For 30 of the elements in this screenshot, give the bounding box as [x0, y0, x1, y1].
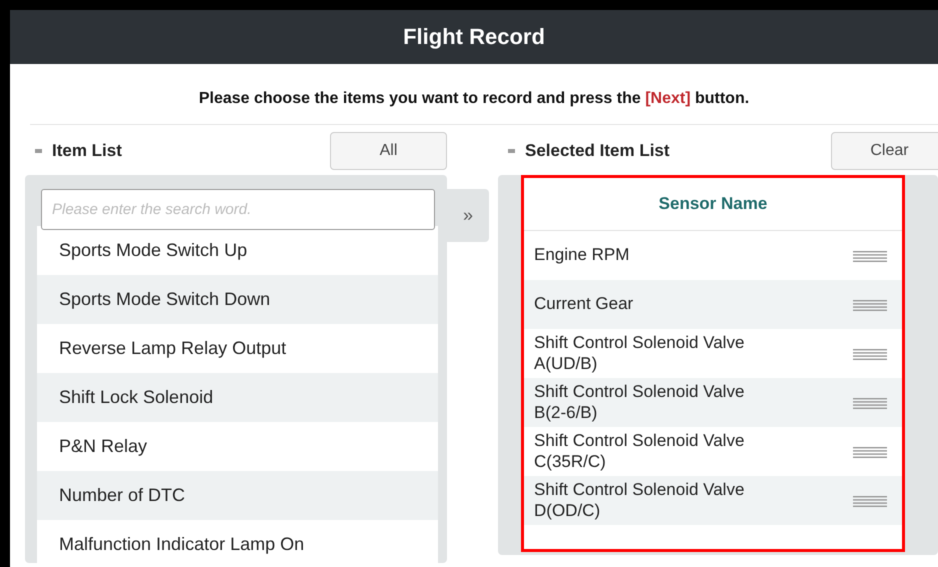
list-item[interactable]: Sports Mode Switch Down [37, 275, 438, 324]
drag-handle-icon[interactable] [853, 250, 887, 262]
search-field[interactable]: Please enter the search word. [41, 189, 435, 230]
bullet-icon [35, 149, 42, 153]
sensor-name: Shift Control Solenoid Valve A(UD/B) [534, 333, 746, 374]
list-item[interactable]: Reverse Lamp Relay Output [37, 324, 438, 373]
sensor-name: Shift Control Solenoid Valve B(2-6/B) [534, 382, 746, 423]
drag-handle-icon[interactable] [853, 446, 887, 458]
instruction-text: Please choose the items you want to record and press the [Next] button. [198, 89, 750, 109]
list-item[interactable]: Sports Mode Switch Up [37, 226, 438, 275]
drag-handle-icon[interactable] [853, 298, 887, 310]
sensor-name: Shift Control Solenoid Valve D(OD/C) [534, 480, 746, 521]
section-title: Item List [52, 141, 123, 161]
list-item[interactable]: P&N Relay [37, 422, 438, 471]
bullet-icon [508, 149, 515, 153]
drag-handle-icon[interactable] [853, 494, 887, 506]
section-title: Selected Item List [525, 141, 671, 161]
sensor-name: Shift Control Solenoid Valve C(35R/C) [534, 431, 746, 472]
list-item[interactable]: Malfunction Indicator Lamp On [37, 520, 438, 563]
list-item[interactable]: Number of DTC [37, 471, 438, 520]
move-button[interactable]: » [447, 189, 489, 242]
sensor-name: Current Gear [534, 294, 634, 315]
clear-button[interactable]: Clear [831, 132, 938, 170]
drag-handle-icon[interactable] [853, 348, 887, 360]
column-header: Sensor Name [524, 178, 902, 231]
list-item[interactable]: Shift Lock Solenoid [37, 373, 438, 422]
all-button[interactable]: All [330, 132, 447, 170]
drag-handle-icon[interactable] [853, 396, 887, 408]
sensor-name: Engine RPM [534, 245, 630, 266]
window-title: Flight Record [403, 24, 545, 50]
